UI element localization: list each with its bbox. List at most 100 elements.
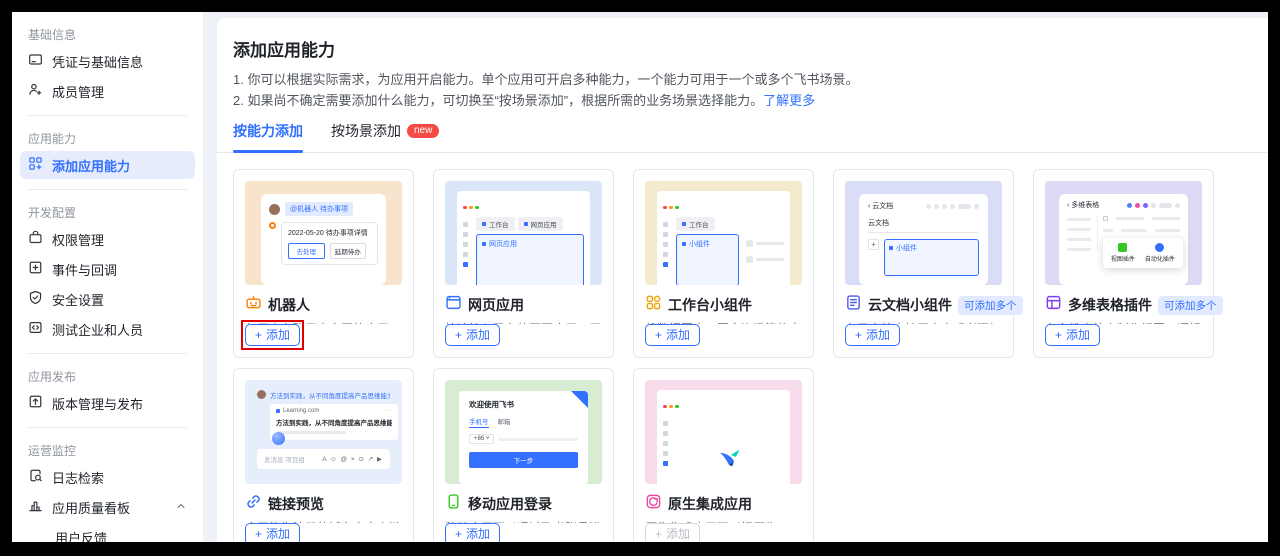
capability-card-mobile-login: 欢迎使用飞书 手机号 邮箱 +86 ˅ 下一步 移动应用登录 移动应用可以通过飞…	[433, 368, 614, 542]
add-button-label: 添加	[466, 527, 491, 541]
sidebar-item-logs[interactable]: 日志检索	[20, 463, 195, 491]
sidebar-divider	[28, 353, 187, 354]
automation-plugin-icon	[1155, 242, 1165, 252]
card-title: 多维表格插件	[1068, 297, 1152, 313]
mock-link-message: 方法到实践，从不同角度提高产品思维能力！	[270, 393, 390, 400]
plus-icon: +	[655, 328, 663, 342]
sidebar-section-monitor: 运营监控	[28, 444, 77, 458]
plus-icon: +	[455, 527, 463, 541]
mobile-login-preview-image: 欢迎使用飞书 手机号 邮箱 +86 ˅ 下一步	[445, 380, 602, 484]
add-button-label: 添加	[666, 527, 691, 541]
add-native-app-button-disabled[interactable]: + 添加	[645, 523, 701, 542]
sidebar-item-add-capability[interactable]: 添加应用能力	[20, 151, 195, 179]
app-window: 基础信息 凭证与基础信息 成员管理 应用能力 添加应用能力 开发配置 权限管理 …	[12, 12, 1268, 542]
mock-next-button: 下一步	[469, 452, 578, 468]
tab-label: 按能力添加	[233, 123, 303, 139]
mock-button: 去处理	[288, 243, 325, 259]
plus-icon: +	[655, 527, 663, 541]
mock-button: 延期待办	[329, 243, 367, 259]
chevron-up-icon[interactable]	[175, 500, 187, 515]
mock-tab: 手机号	[469, 416, 489, 428]
card-title: 机器人	[268, 297, 310, 313]
plus-icon: +	[255, 527, 263, 541]
code-box-icon	[28, 320, 43, 338]
tab-by-scenario[interactable]: 按场景添加 new	[331, 121, 440, 152]
capability-card-base-plugin: ‹ 多维表格 视图插件 自动化插件 多维表格插件 可添加多个 + 添加	[1033, 169, 1223, 358]
tab-bar: 按能力添加 按场景添加 new	[217, 121, 1268, 153]
sidebar-item-test-users[interactable]: 测试企业和人员	[20, 315, 195, 343]
square-plus-icon	[28, 260, 43, 278]
doc-widget-icon	[845, 294, 862, 316]
add-link-preview-button[interactable]: + 添加	[245, 523, 301, 542]
sidebar-item-version[interactable]: 版本管理与发布	[20, 389, 195, 417]
sidebar-item-label: 应用质量看板	[52, 500, 131, 516]
add-base-plugin-button[interactable]: + 添加	[1045, 324, 1101, 346]
shield-check-icon	[28, 290, 43, 308]
mock-doc-title: 云文档	[868, 220, 889, 227]
four-squares-icon	[645, 294, 662, 316]
native-app-preview-image	[645, 380, 802, 484]
sidebar-section-dev: 开发配置	[28, 206, 77, 220]
main-panel: 添加应用能力 1. 你可以根据实际需求，为应用开启能力。单个应用可开启多种能力，…	[217, 18, 1268, 542]
add-webapp-button[interactable]: + 添加	[445, 324, 501, 346]
card-title: 链接预览	[268, 496, 324, 512]
card-title: 工作台小组件	[668, 297, 752, 313]
robot-preview-image: @机器人 待办事项 2022-05-20 待办事项详情 去处理 延期待办	[245, 181, 402, 285]
sidebar-item-label: 安全设置	[52, 292, 105, 308]
mock-tab: 工作台	[489, 222, 509, 229]
sidebar-item-events[interactable]: 事件与回调	[20, 255, 195, 283]
description-line-1: 1. 你可以根据实际需求，为应用开启能力。单个应用可开启多种能力，一个能力可用于…	[233, 72, 859, 87]
native-integration-icon	[645, 493, 662, 515]
card-title: 移动应用登录	[468, 496, 552, 512]
docs-widget-preview-image: ‹ 云文档 云文档 + 小组件	[845, 181, 1002, 285]
mock-mention-pill: @机器人 待办事项	[285, 202, 354, 216]
mock-input-placeholder: 发消息 项目组	[264, 457, 305, 464]
id-card-icon	[28, 52, 43, 70]
add-workplace-widget-button[interactable]: + 添加	[645, 324, 701, 346]
workplace-widget-preview-image: 工作台 小组件	[645, 181, 802, 285]
robot-icon	[245, 294, 262, 316]
mock-plugin-label: 自动化插件	[1144, 256, 1175, 263]
sidebar-item-quality-dashboard[interactable]: 应用质量看板	[20, 493, 195, 521]
sidebar-item-label: 事件与回调	[52, 262, 118, 278]
tab-label: 按场景添加	[331, 123, 401, 139]
briefcase-lock-icon	[28, 230, 43, 248]
mock-toolbar-icons: A ☺ @ × ⊙ ↗ ▶	[322, 456, 383, 463]
more-icon: ···	[386, 408, 392, 414]
sidebar-item-security[interactable]: 安全设置	[20, 285, 195, 313]
sidebar-item-credentials[interactable]: 凭证与基础信息	[20, 47, 195, 75]
plus-icon: +	[455, 328, 463, 342]
log-search-icon	[28, 468, 43, 486]
add-button-label: 添加	[266, 328, 291, 342]
view-plugin-icon	[1118, 242, 1128, 252]
add-robot-button[interactable]: + 添加	[245, 324, 301, 346]
sidebar-item-permissions[interactable]: 权限管理	[20, 225, 195, 253]
capability-card-workplace-widget: 工作台 小组件 工作台小组件 将数据图表、图文资讯等信息通过小组件添	[633, 169, 814, 358]
add-button-label: 添加	[266, 527, 291, 541]
browser-icon	[445, 294, 462, 316]
mobile-phone-icon	[445, 493, 462, 515]
card-title: 原生集成应用	[668, 496, 752, 512]
mock-country-code: +86 ˅	[469, 434, 495, 444]
sidebar-divider	[28, 189, 187, 190]
new-badge: new	[407, 124, 440, 138]
add-button-label: 添加	[666, 328, 691, 342]
sidebar-item-user-feedback[interactable]: 用户反馈	[20, 523, 195, 543]
tab-by-capability[interactable]: 按能力添加	[233, 121, 303, 153]
mock-tab: 邮箱	[497, 419, 511, 426]
add-docs-widget-button[interactable]: + 添加	[845, 324, 901, 346]
grid-plus-icon	[28, 156, 43, 174]
sidebar-section-basic: 基础信息	[28, 28, 77, 42]
link-icon	[245, 493, 262, 515]
learn-more-link[interactable]: 了解更多	[763, 93, 815, 108]
person-plus-icon	[28, 82, 43, 100]
sidebar-divider	[28, 427, 187, 428]
capability-card-docs-widget: ‹ 云文档 云文档 + 小组件 云文档小组件 可添加多个 在云文档中扩展内容或者…	[833, 169, 1023, 358]
mock-headline: 方法到实践，从不同角度提高产品思维能力！	[276, 420, 392, 427]
sidebar-section-capability: 应用能力	[28, 132, 77, 146]
add-mobile-login-button[interactable]: + 添加	[445, 523, 501, 542]
window-dots	[663, 196, 784, 214]
robot-avatar-icon	[269, 222, 276, 229]
sidebar-item-members[interactable]: 成员管理	[20, 77, 195, 105]
mock-content-label: 小组件	[689, 241, 710, 248]
